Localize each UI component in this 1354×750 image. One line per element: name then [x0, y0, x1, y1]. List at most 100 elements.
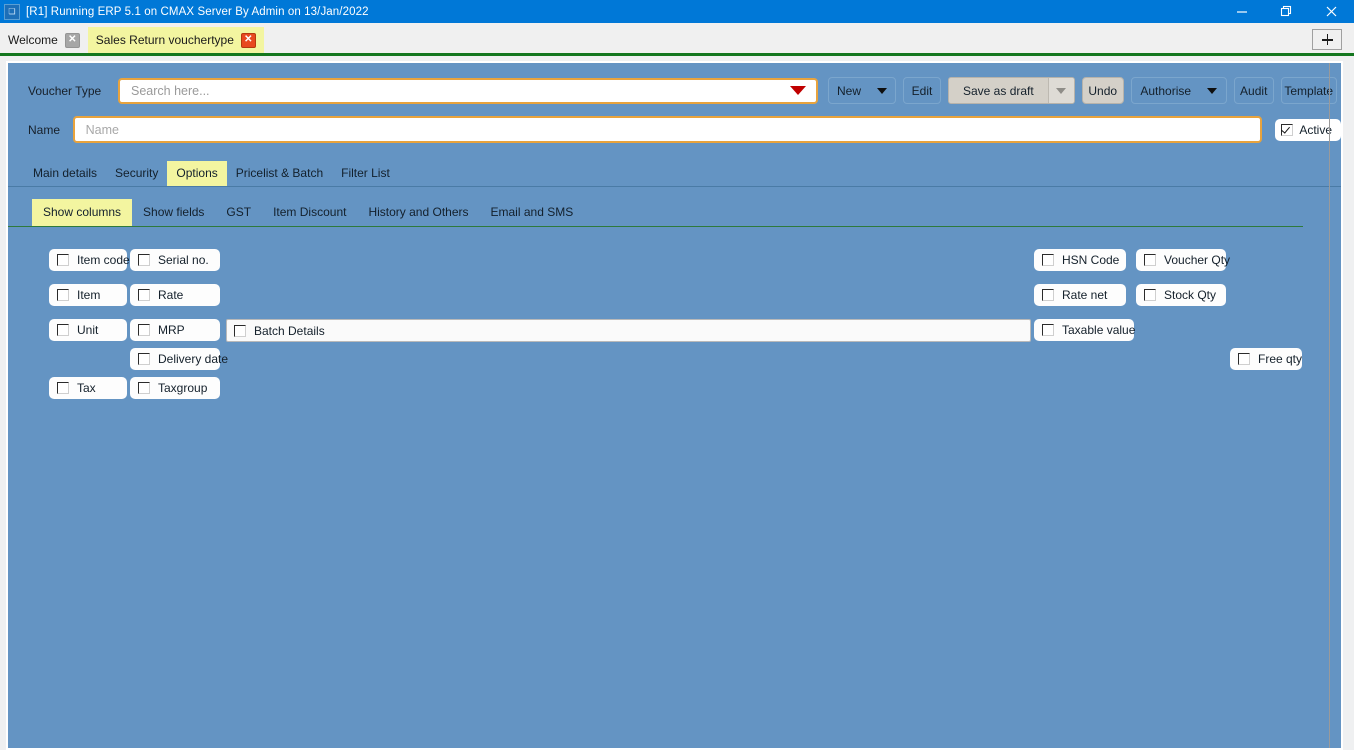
tab-welcome[interactable]: Welcome ✕	[0, 27, 88, 53]
minimize-icon[interactable]	[1219, 0, 1264, 23]
close-icon[interactable]: ✕	[240, 32, 256, 48]
checkbox-icon[interactable]	[57, 324, 69, 336]
checkbox-delivery-date-label: Delivery date	[158, 352, 229, 366]
tab-security[interactable]: Security	[106, 161, 167, 186]
tab-pricelist-and-batch[interactable]: Pricelist & Batch	[227, 161, 332, 186]
tab-gst-label: GST	[226, 205, 252, 219]
caret-down-icon[interactable]	[790, 86, 806, 95]
checkbox-batch-details[interactable]: Batch Details	[226, 319, 1031, 342]
tab-main-details[interactable]: Main details	[24, 161, 106, 186]
checkbox-icon[interactable]	[138, 324, 150, 336]
checkbox-rate-net[interactable]: Rate net	[1034, 284, 1126, 306]
undo-button[interactable]: Undo	[1081, 77, 1124, 104]
checkbox-voucher-qty-label: Voucher Qty	[1164, 253, 1231, 267]
checkbox-item-label: Item	[77, 288, 101, 302]
checkbox-mrp[interactable]: MRP	[130, 319, 220, 341]
checkbox-icon[interactable]	[138, 353, 150, 365]
audit-button[interactable]: Audit	[1233, 77, 1274, 104]
undo-button-label: Undo	[1088, 83, 1118, 98]
restore-icon[interactable]	[1264, 0, 1309, 23]
checkbox-icon[interactable]	[1042, 324, 1054, 336]
primary-tabs: Main details Security Options Pricelist …	[8, 161, 1341, 187]
tab-email-and-sms[interactable]: Email and SMS	[480, 199, 585, 226]
save-as-draft-dropdown[interactable]	[1047, 78, 1074, 103]
checkbox-icon[interactable]	[138, 254, 150, 266]
close-icon[interactable]: ✕	[64, 32, 80, 48]
checkbox-rate-net-label: Rate net	[1062, 288, 1108, 302]
workspace: Voucher Type New Edit Save as draft Undo	[0, 56, 1354, 750]
search-input[interactable]	[129, 82, 790, 99]
checkbox-taxable-value[interactable]: Taxable value	[1034, 319, 1135, 341]
checkbox-taxgroup-label: Taxgroup	[158, 381, 208, 395]
checkbox-icon[interactable]	[1144, 289, 1156, 301]
tab-sales-return-vouchertype-label: Sales Return vouchertype	[95, 33, 234, 47]
window-title: [R1] Running ERP 5.1 on CMAX Server By A…	[26, 5, 369, 18]
tab-show-columns-label: Show columns	[43, 205, 122, 219]
voucher-type-label: Voucher Type	[28, 83, 102, 98]
edit-button-label: Edit	[911, 83, 933, 98]
form-toolbar: New Edit Save as draft Undo Authorise Au…	[828, 77, 1337, 104]
tab-history-and-others[interactable]: History and Others	[357, 199, 479, 226]
name-label: Name	[28, 122, 61, 137]
save-as-draft-label: Save as draft	[963, 83, 1034, 98]
tab-filter-list[interactable]: Filter List	[332, 161, 399, 186]
checkbox-icon[interactable]	[234, 324, 246, 337]
checkbox-icon[interactable]	[138, 289, 150, 301]
vouchertype-form-panel: Voucher Type New Edit Save as draft Undo	[6, 61, 1343, 750]
save-as-draft-button[interactable]: Save as draft	[948, 77, 1075, 104]
active-checkbox-label: Active	[1299, 122, 1332, 137]
checkbox-delivery-date[interactable]: Delivery date	[130, 348, 228, 370]
checkbox-stock-qty[interactable]: Stock Qty	[1136, 284, 1226, 306]
tab-show-columns[interactable]: Show columns	[32, 199, 133, 226]
window-controls	[1219, 0, 1354, 23]
checkbox-icon[interactable]	[1042, 289, 1054, 301]
checkbox-tax-label: Tax	[77, 381, 96, 395]
checkbox-icon[interactable]	[57, 382, 69, 394]
tab-welcome-label: Welcome	[8, 33, 58, 47]
tab-email-and-sms-label: Email and SMS	[490, 205, 574, 219]
add-tab-button[interactable]	[1312, 29, 1342, 50]
checkbox-item-code[interactable]: Item code	[49, 249, 130, 271]
new-button-label: New	[837, 83, 862, 98]
checkbox-item[interactable]: Item	[49, 284, 127, 306]
tab-options-label: Options	[176, 166, 218, 180]
checkbox-icon[interactable]	[57, 289, 69, 301]
checkbox-icon[interactable]	[57, 254, 69, 266]
close-icon[interactable]	[1309, 0, 1354, 23]
voucher-type-search[interactable]	[118, 77, 818, 104]
edit-button[interactable]: Edit	[903, 77, 941, 104]
checkbox-tax[interactable]: Tax	[49, 377, 127, 399]
chevron-down-icon	[1056, 87, 1067, 94]
active-checkbox[interactable]: Active	[1275, 118, 1341, 141]
tab-sales-return-vouchertype[interactable]: Sales Return vouchertype ✕	[87, 27, 264, 53]
tab-main-details-label: Main details	[33, 166, 98, 180]
checkbox-icon[interactable]	[138, 382, 150, 394]
checkbox-icon[interactable]	[1238, 353, 1250, 365]
checkbox-icon[interactable]	[1281, 123, 1294, 136]
checkbox-mrp-label: MRP	[158, 323, 185, 337]
checkbox-free-qty[interactable]: Free qty	[1230, 348, 1302, 370]
tab-gst[interactable]: GST	[215, 199, 262, 226]
new-button[interactable]: New	[828, 77, 896, 104]
authorise-button[interactable]: Authorise	[1130, 77, 1227, 104]
tab-options[interactable]: Options	[167, 161, 227, 186]
checkbox-serial-no[interactable]: Serial no.	[130, 249, 220, 271]
checkbox-icon[interactable]	[1144, 254, 1156, 266]
checkbox-taxgroup[interactable]: Taxgroup	[130, 377, 220, 399]
tab-history-and-others-label: History and Others	[368, 205, 469, 219]
chevron-down-icon	[1207, 87, 1218, 94]
checkbox-icon[interactable]	[1042, 254, 1054, 266]
checkbox-hsn-code[interactable]: HSN Code	[1034, 249, 1126, 271]
checkbox-voucher-qty[interactable]: Voucher Qty	[1136, 249, 1230, 271]
tab-show-fields-label: Show fields	[143, 205, 205, 219]
tab-item-discount[interactable]: Item Discount	[262, 199, 357, 226]
checkbox-item-code-label: Item code	[77, 253, 130, 267]
name-input[interactable]	[83, 121, 1252, 138]
tab-item-discount-label: Item Discount	[273, 205, 347, 219]
window-titlebar: ❏ [R1] Running ERP 5.1 on CMAX Server By…	[0, 0, 1354, 23]
authorise-button-label: Authorise	[1140, 83, 1192, 98]
tab-show-fields[interactable]: Show fields	[132, 199, 215, 226]
name-field[interactable]	[72, 116, 1263, 143]
checkbox-rate[interactable]: Rate	[130, 284, 220, 306]
checkbox-unit[interactable]: Unit	[49, 319, 127, 341]
